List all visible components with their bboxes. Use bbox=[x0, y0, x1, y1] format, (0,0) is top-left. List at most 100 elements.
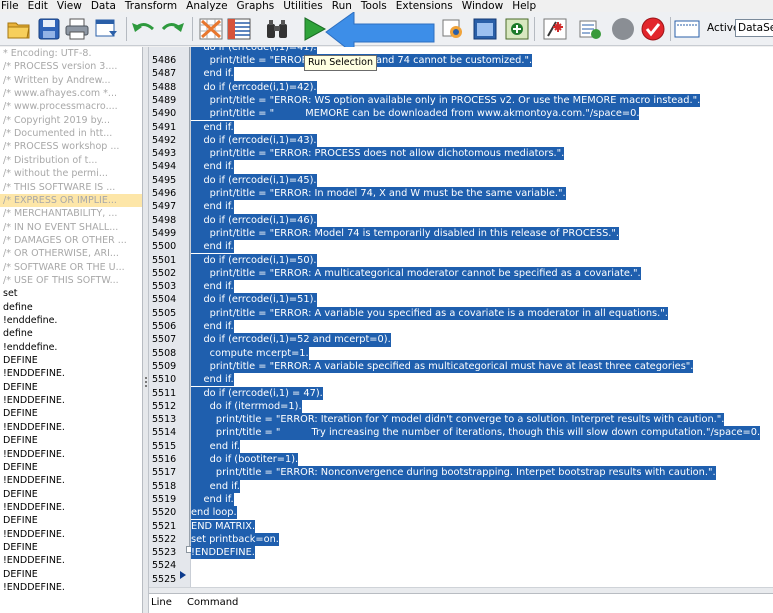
save-icon[interactable] bbox=[36, 16, 62, 42]
outline-item[interactable]: !ENDDEFINE. bbox=[0, 554, 142, 567]
outline-item[interactable]: DEFINE bbox=[0, 541, 142, 554]
show-toggle-icon[interactable] bbox=[578, 16, 604, 42]
outline-item[interactable]: /* Distribution of t... bbox=[0, 154, 142, 167]
print-icon[interactable] bbox=[64, 16, 90, 42]
line-number: 5520 bbox=[152, 507, 177, 519]
outline-item[interactable]: /* EXPRESS OR IMPLIE... bbox=[0, 193, 142, 208]
code-line: do if (errcode(i,1)=52 and mcerpt=0). bbox=[191, 333, 391, 347]
outline-item[interactable]: /* THIS SOFTWARE IS ... bbox=[0, 181, 142, 194]
code-line: END MATRIX. bbox=[191, 519, 256, 533]
outline-item[interactable]: /* Copyright 2019 by... bbox=[0, 114, 142, 127]
menu-edit[interactable]: Edit bbox=[25, 0, 54, 12]
menu-analyze[interactable]: Analyze bbox=[183, 0, 233, 12]
outline-item[interactable]: /* Written by Andrew... bbox=[0, 74, 142, 87]
code-line: do if (errcode(i,1)=45). bbox=[191, 173, 317, 187]
toolbar: Active: DataSet1 bbox=[0, 12, 773, 56]
code-line: print/title = "ERROR: Nonconvergence dur… bbox=[191, 466, 716, 480]
line-number: 5510 bbox=[152, 374, 177, 386]
outline-item[interactable]: * Encoding: UTF-8. bbox=[0, 47, 142, 60]
outline-item[interactable]: DEFINE bbox=[0, 381, 142, 394]
code-line: end if. bbox=[191, 320, 234, 334]
outline-item[interactable]: /* IN NO EVENT SHALL... bbox=[0, 221, 142, 234]
outline-item[interactable]: /* USE OF THIS SOFTW... bbox=[0, 274, 142, 287]
outline-item[interactable]: !ENDDEFINE. bbox=[0, 474, 142, 487]
menu-run[interactable]: Run bbox=[329, 0, 358, 12]
line-number: 5516 bbox=[152, 454, 177, 465]
outline-item[interactable]: !ENDDEFINE. bbox=[0, 528, 142, 541]
outline-item[interactable]: DEFINE bbox=[0, 461, 142, 474]
outline-item[interactable]: DEFINE bbox=[0, 354, 142, 367]
outline-item[interactable]: /* DAMAGES OR OTHER ... bbox=[0, 234, 142, 247]
outline-item[interactable]: !ENDDEFINE. bbox=[0, 421, 142, 434]
menu-utilities[interactable]: Utilities bbox=[280, 0, 329, 12]
code-line: end if. bbox=[191, 160, 234, 174]
menu-window[interactable]: Window bbox=[459, 0, 509, 12]
menu-extensions[interactable]: Extensions bbox=[393, 0, 459, 12]
red-check-icon[interactable] bbox=[640, 16, 666, 42]
outline-item[interactable]: !ENDDEFINE. bbox=[0, 581, 142, 594]
code-line: do if (bootiter=1). bbox=[191, 453, 299, 467]
goto-case-icon[interactable] bbox=[198, 16, 224, 42]
redo-icon[interactable] bbox=[160, 16, 186, 42]
code-line: end if. bbox=[191, 439, 240, 453]
outline-item[interactable]: /* OR OTHERWISE, ARI... bbox=[0, 247, 142, 260]
line-number: 5498 bbox=[152, 214, 177, 226]
outline-item[interactable]: /* SOFTWARE OR THE U... bbox=[0, 261, 142, 274]
syntax-outline-pane: * Encoding: UTF-8./* PROCESS version 3..… bbox=[0, 47, 143, 613]
undo-icon[interactable] bbox=[130, 16, 156, 42]
outline-item[interactable]: define bbox=[0, 327, 142, 340]
add-icon[interactable] bbox=[504, 16, 530, 42]
outline-item[interactable]: DEFINE bbox=[0, 514, 142, 527]
outline-item[interactable]: /* Documented in htt... bbox=[0, 127, 142, 140]
outline-item[interactable]: DEFINE bbox=[0, 407, 142, 420]
outline-item[interactable]: !ENDDEFINE. bbox=[0, 367, 142, 380]
outline-item[interactable]: define bbox=[0, 301, 142, 314]
menu-bar: File Edit View Data Transform Analyze Graphs Ut… bbox=[0, 0, 773, 12]
code-line: print/title = "ERROR: In model 74, X and… bbox=[191, 187, 566, 201]
menu-graphs[interactable]: Graphs bbox=[234, 0, 281, 12]
outline-item[interactable]: /* without the permi... bbox=[0, 167, 142, 180]
active-dataset-select[interactable]: DataSet1 bbox=[735, 19, 773, 37]
code-line: do if (errcode(i,1) = 47). bbox=[191, 386, 323, 400]
menu-file[interactable]: File bbox=[0, 0, 25, 12]
outline-item[interactable]: /* www.afhayes.com *... bbox=[0, 87, 142, 100]
line-number: 5488 bbox=[152, 81, 177, 93]
menu-tools[interactable]: Tools bbox=[358, 0, 393, 12]
line-number: 5495 bbox=[152, 174, 177, 186]
spell-check-icon[interactable] bbox=[440, 16, 466, 42]
outline-item[interactable]: !ENDDEFINE. bbox=[0, 394, 142, 407]
dialog-recall-icon[interactable] bbox=[94, 16, 120, 42]
outline-item[interactable]: !enddefine. bbox=[0, 314, 142, 327]
outline-item[interactable]: set bbox=[0, 287, 142, 300]
outline-item[interactable]: /* PROCESS workshop ... bbox=[0, 140, 142, 153]
outline-item[interactable]: DEFINE bbox=[0, 568, 142, 581]
menu-view[interactable]: View bbox=[54, 0, 88, 12]
line-number: 5494 bbox=[152, 161, 177, 173]
syntax-error-icon[interactable] bbox=[542, 16, 568, 42]
outline-item[interactable]: !enddefine. bbox=[0, 341, 142, 354]
outline-item[interactable]: !ENDDEFINE. bbox=[0, 501, 142, 514]
line-number: 5489 bbox=[152, 94, 177, 106]
menu-data[interactable]: Data bbox=[88, 0, 122, 12]
line-number: 5497 bbox=[152, 201, 177, 213]
outline-item[interactable]: DEFINE bbox=[0, 488, 142, 501]
menu-help[interactable]: Help bbox=[509, 0, 542, 12]
outline-item[interactable]: /* PROCESS version 3.... bbox=[0, 60, 142, 73]
window-list-icon[interactable] bbox=[674, 16, 700, 42]
line-number: 5517 bbox=[152, 467, 177, 479]
line-number: 5513 bbox=[152, 414, 177, 426]
designate-window-icon[interactable] bbox=[472, 16, 498, 42]
code-line: end if. bbox=[191, 67, 234, 81]
syntax-editor[interactable]: do if (errcode(i,1)=41). print/title = "… bbox=[191, 47, 773, 587]
code-line: do if (errcode(i,1)=42). bbox=[191, 80, 317, 94]
outline-item[interactable]: !ENDDEFINE. bbox=[0, 448, 142, 461]
outline-item[interactable]: /* www.processmacro.... bbox=[0, 100, 142, 113]
menu-transform[interactable]: Transform bbox=[122, 0, 183, 12]
variables-icon[interactable] bbox=[226, 16, 252, 42]
gray-circle-icon[interactable] bbox=[610, 16, 636, 42]
outline-item[interactable]: /* MERCHANTABILITY, ... bbox=[0, 207, 142, 220]
open-folder-icon[interactable] bbox=[6, 16, 32, 42]
outline-item[interactable]: DEFINE bbox=[0, 434, 142, 447]
find-icon[interactable] bbox=[264, 16, 290, 42]
code-line: compute mcerpt=1. bbox=[191, 346, 309, 360]
